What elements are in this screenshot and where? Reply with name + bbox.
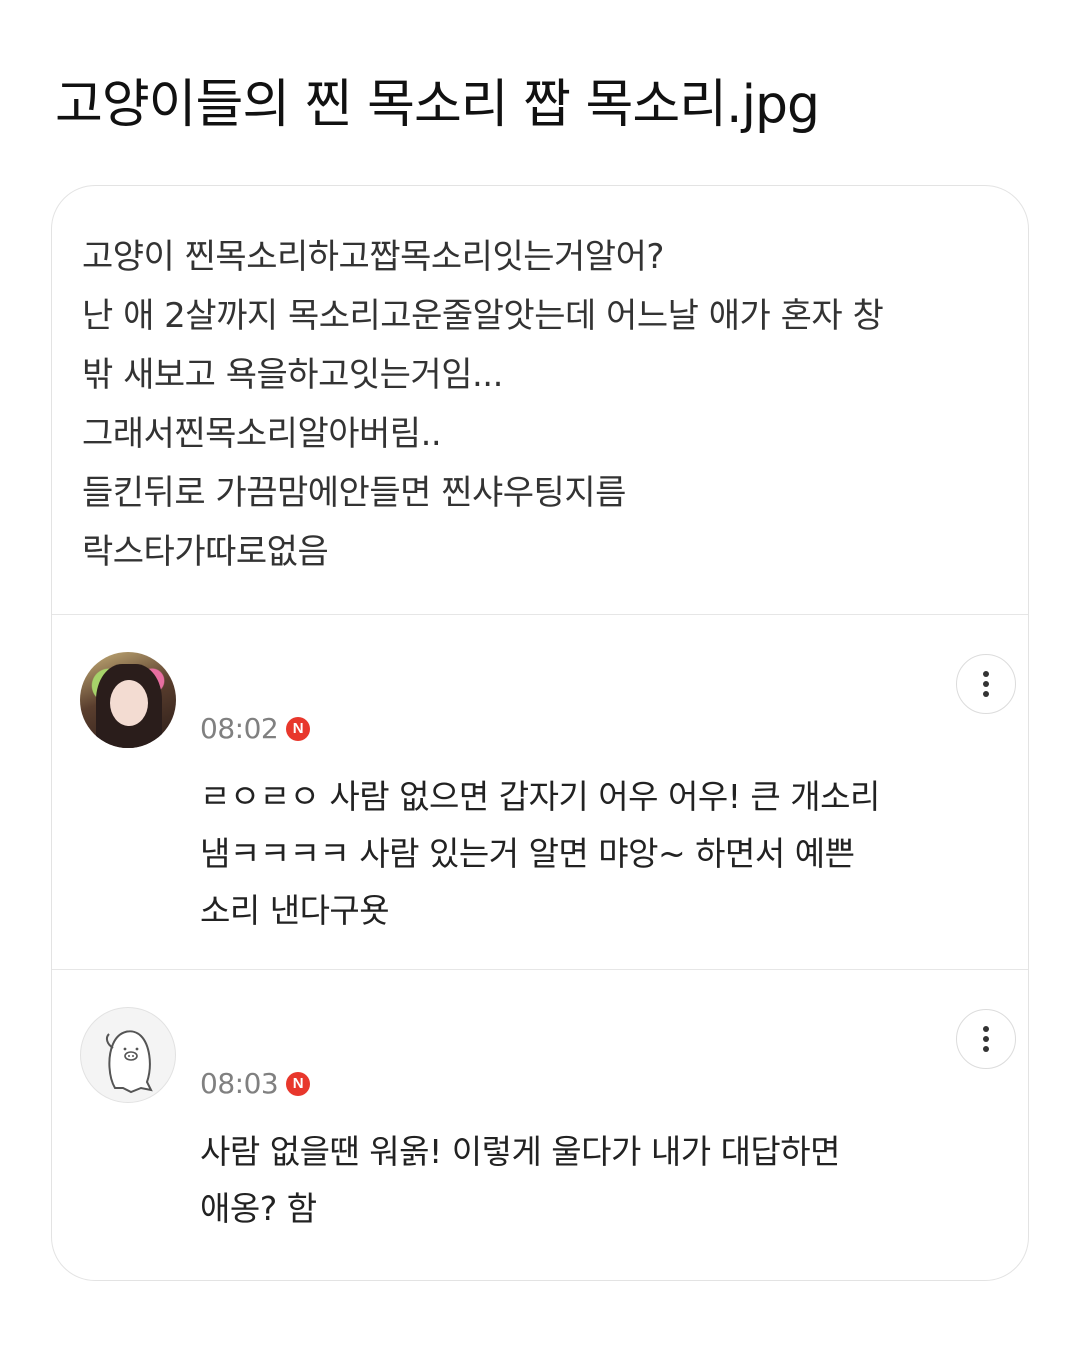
- post-line: 그래서찐목소리알아버림..: [82, 414, 442, 454]
- more-vertical-icon: [983, 1026, 989, 1052]
- comment-line: 소리 낸다구욧: [200, 891, 390, 930]
- comment-line: 사람 없을땐 워옭! 이렇게 울다가 내가 대답하면: [200, 1132, 841, 1171]
- avatar[interactable]: [80, 652, 176, 748]
- comment-line: 애옹? 함: [200, 1189, 317, 1228]
- more-vertical-icon: [983, 671, 989, 697]
- post-card: 고양이 찐목소리하고짭목소리잇는거알어? 난 애 2살까지 목소리고운줄알앗는데…: [51, 185, 1029, 1281]
- more-options-button[interactable]: [956, 654, 1016, 714]
- comment-meta: 08:02 N: [200, 712, 311, 745]
- comment-line: 냄ㅋㅋㅋㅋ 사람 있는거 알면 먀앙~ 하면서 예쁜: [200, 834, 855, 873]
- comment-item: 08:02 N ㄹㅇㄹㅇ 사람 없으면 갑자기 어우 어우! 큰 개소리 냄ㅋㅋ…: [52, 614, 1028, 969]
- post-line: 난 애 2살까지 목소리고운줄알앗는데 어느날 애가 혼자 창: [82, 296, 884, 336]
- new-badge-icon: N: [286, 1071, 311, 1096]
- post-body: 고양이 찐목소리하고짭목소리잇는거알어? 난 애 2살까지 목소리고운줄알앗는데…: [82, 228, 1012, 582]
- comment-timestamp: 08:03: [200, 1067, 279, 1100]
- post-line: 고양이 찐목소리하고짭목소리잇는거알어?: [82, 237, 664, 277]
- comment-text: ㄹㅇㄹㅇ 사람 없으면 갑자기 어우 어우! 큰 개소리 냄ㅋㅋㅋㅋ 사람 있는…: [200, 768, 960, 939]
- comment-line: ㄹㅇㄹㅇ 사람 없으면 갑자기 어우 어우! 큰 개소리: [200, 777, 880, 816]
- comment-meta: 08:03 N: [200, 1067, 311, 1100]
- comment-text: 사람 없을땐 워옭! 이렇게 울다가 내가 대답하면 애옹? 함: [200, 1123, 960, 1237]
- comment-timestamp: 08:02: [200, 712, 279, 745]
- more-options-button[interactable]: [956, 1009, 1016, 1069]
- avatar[interactable]: [80, 1007, 176, 1103]
- page-title: 고양이들의 찐 목소리 짭 목소리.jpg: [55, 75, 820, 135]
- new-badge-icon: N: [286, 716, 311, 741]
- avatar-face: [110, 680, 148, 726]
- comment-item: 08:03 N 사람 없을땐 워옭! 이렇게 울다가 내가 대답하면 애옹? 함: [52, 969, 1028, 1280]
- post-line: 밖 새보고 욕을하고잇는거임...: [82, 355, 503, 395]
- post-line: 락스타가따로없음: [82, 532, 329, 572]
- ghost-avatar-icon: [105, 1030, 153, 1094]
- post-line: 들킨뒤로 가끔맘에안들면 찐샤우팅지름: [82, 473, 626, 513]
